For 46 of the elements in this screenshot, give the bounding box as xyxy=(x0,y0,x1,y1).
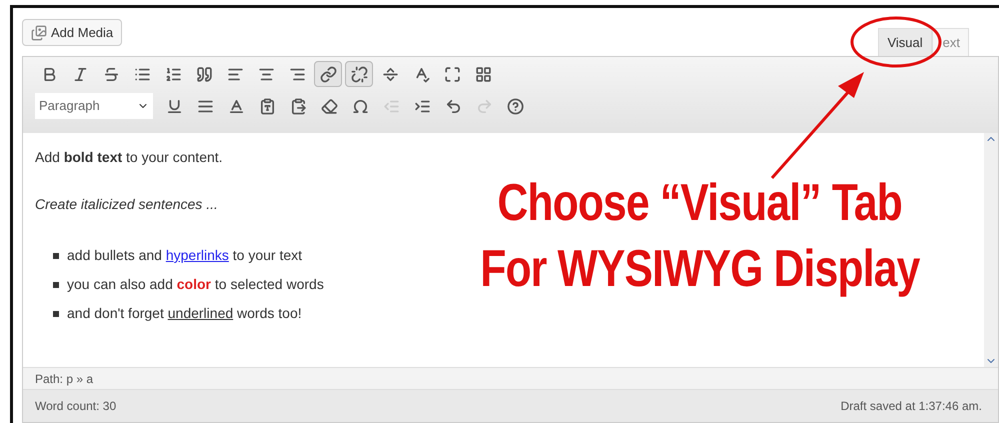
paste-text-icon xyxy=(258,98,276,114)
list-item: add bullets and hyperlinks to your text xyxy=(67,246,302,265)
justify-icon xyxy=(196,98,214,114)
annotation-text: For WYSIWYG Display xyxy=(480,239,920,300)
omega-icon xyxy=(352,98,368,114)
toolbar-toggle-icon xyxy=(474,66,492,82)
list-item: and don't forget underlined words too! xyxy=(67,304,302,323)
bullet-icon xyxy=(53,252,59,258)
help-icon xyxy=(506,98,524,114)
fullscreen-icon xyxy=(444,66,460,82)
page-break-icon xyxy=(382,66,398,82)
draft-status: Draft saved at 1:37:46 am. xyxy=(840,398,982,415)
underline-icon xyxy=(166,98,182,114)
italic-sentence: Create italicized sentences ... xyxy=(35,195,218,214)
annotation-text: Choose “Visual” Tab xyxy=(498,173,902,234)
word-count: Word count: 30 xyxy=(35,398,116,415)
unlink-icon xyxy=(350,66,368,82)
hyperlink[interactable]: hyperlinks xyxy=(166,247,229,263)
indent-icon xyxy=(414,98,430,114)
link-icon xyxy=(320,66,336,82)
undo-icon xyxy=(444,98,462,114)
align-left-icon xyxy=(226,66,244,82)
path-text: Path: p » a xyxy=(35,370,94,388)
paste-word-icon xyxy=(290,98,306,114)
toolbar-button[interactable] xyxy=(345,61,373,87)
align-right-icon xyxy=(288,66,306,82)
redo-icon xyxy=(476,98,492,114)
format-select[interactable]: Paragraph xyxy=(35,93,153,119)
bullet-list-icon xyxy=(134,66,150,82)
eraser-icon xyxy=(320,98,338,114)
numbered-list-icon xyxy=(164,66,182,82)
add-media-button[interactable]: Add Media xyxy=(22,19,122,46)
media-icon xyxy=(31,24,47,40)
outdent-icon xyxy=(382,98,400,114)
italic-icon xyxy=(72,66,88,82)
bullet-icon xyxy=(53,282,59,288)
list-item: you can also add color to selected words xyxy=(67,275,324,294)
quote-icon xyxy=(196,66,212,82)
scrollbar[interactable] xyxy=(984,133,998,367)
toolbar-button[interactable] xyxy=(314,61,342,87)
strikethrough-icon xyxy=(102,66,120,82)
align-center-icon xyxy=(258,66,274,82)
text-color-icon xyxy=(228,98,244,114)
editor-tab[interactable]: Visual xyxy=(878,28,932,56)
paragraph: Add bold text to your content. xyxy=(35,148,223,167)
bullet-icon xyxy=(53,310,59,316)
